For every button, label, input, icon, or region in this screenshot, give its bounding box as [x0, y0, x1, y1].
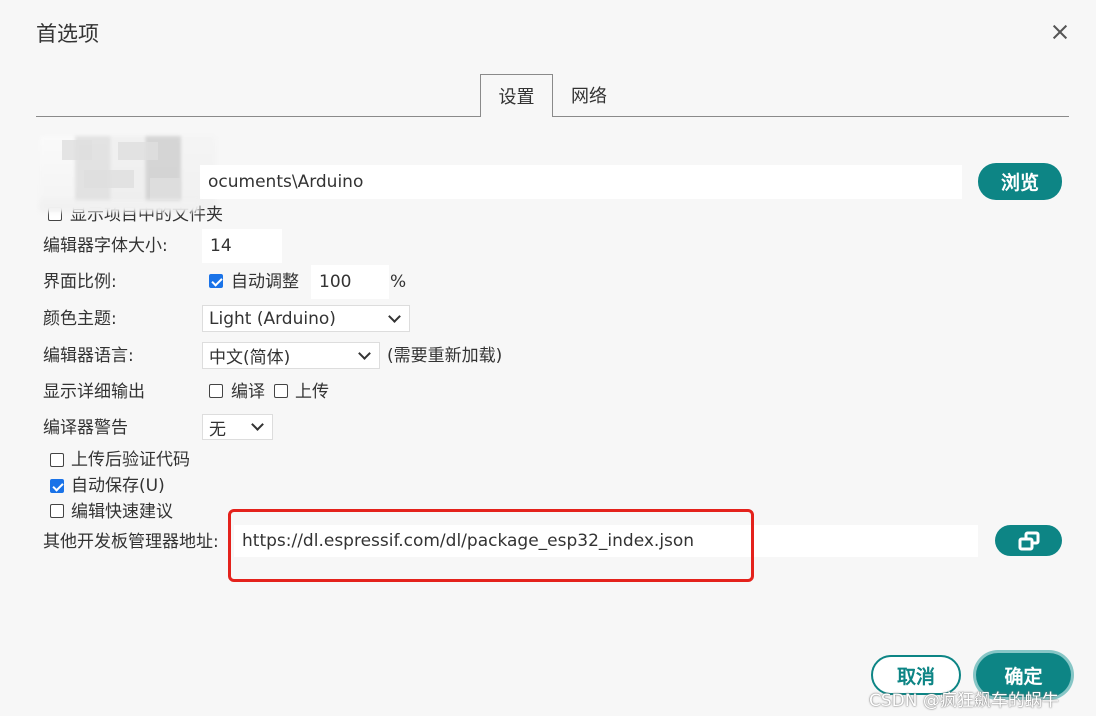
- verbose-upload-label: 上传: [295, 382, 329, 402]
- scale-input[interactable]: [311, 265, 389, 299]
- watermark: CSDN @疯狂飙车的蜗牛: [869, 691, 1059, 711]
- warnings-select-value: 无: [209, 419, 226, 440]
- pixelated-redaction-cell: [62, 140, 92, 160]
- pixelated-redaction-cell: [84, 170, 134, 188]
- close-icon[interactable]: [1046, 18, 1074, 46]
- chevron-down-icon: [251, 418, 264, 431]
- quick-suggestions-label: 编辑快速建议: [71, 502, 173, 522]
- pixelated-redaction-cell: [150, 178, 180, 200]
- verify-after-upload-label: 上传后验证代码: [71, 450, 190, 470]
- theme-label: 颜色主题:: [43, 309, 117, 329]
- scale-label: 界面比例:: [43, 272, 117, 292]
- font-size-input[interactable]: [202, 229, 282, 263]
- language-label: 编辑器语言:: [43, 346, 134, 366]
- verify-after-upload-checkbox[interactable]: [50, 453, 64, 467]
- pixelated-redaction-cell: [118, 142, 158, 160]
- theme-select[interactable]: Light (Arduino): [202, 305, 410, 332]
- verbose-compile-label: 编译: [231, 382, 265, 402]
- windows-icon: [1018, 531, 1039, 550]
- auto-scale-checkbox-wrap[interactable]: [209, 273, 223, 292]
- board-urls-label: 其他开发板管理器地址:: [43, 532, 219, 552]
- verbose-upload-checkbox[interactable]: [274, 384, 288, 398]
- quick-suggestions-checkbox[interactable]: [50, 504, 64, 518]
- board-urls-input[interactable]: [234, 525, 978, 557]
- chevron-down-icon: [358, 346, 371, 360]
- language-select[interactable]: 中文(简体): [202, 342, 380, 369]
- verify-checkbox-wrap[interactable]: [50, 452, 64, 471]
- auto-scale-label: 自动调整: [231, 272, 299, 292]
- autosave-checkbox-wrap[interactable]: [50, 478, 64, 497]
- board-urls-edit-button[interactable]: [995, 525, 1062, 556]
- sketchbook-location-input[interactable]: [200, 165, 962, 199]
- warnings-select[interactable]: 无: [202, 414, 273, 440]
- language-note: (需要重新加载): [387, 346, 503, 366]
- pixelated-redaction-overlap: [40, 200, 200, 212]
- auto-save-label: 自动保存(U): [71, 476, 165, 496]
- auto-save-checkbox[interactable]: [50, 479, 64, 493]
- verbose-compile-checkbox[interactable]: [209, 384, 223, 398]
- verbose-label: 显示详细输出: [43, 382, 145, 402]
- verbose-upload-checkbox-wrap[interactable]: [274, 383, 288, 402]
- dialog-title: 首选项: [36, 22, 99, 46]
- warnings-label: 编译器警告: [43, 418, 128, 438]
- scale-unit: %: [390, 272, 407, 292]
- verbose-compile-checkbox-wrap[interactable]: [209, 383, 223, 402]
- tab-network[interactable]: 网络: [557, 74, 621, 116]
- auto-scale-checkbox[interactable]: [209, 274, 223, 288]
- chevron-down-icon: [388, 309, 401, 323]
- browse-button[interactable]: 浏览: [978, 163, 1062, 200]
- quick-suggestions-checkbox-wrap[interactable]: [50, 503, 64, 522]
- theme-select-value: Light (Arduino): [209, 308, 336, 329]
- language-select-value: 中文(简体): [209, 348, 291, 368]
- font-size-label: 编辑器字体大小:: [43, 236, 168, 256]
- tab-settings[interactable]: 设置: [480, 74, 553, 117]
